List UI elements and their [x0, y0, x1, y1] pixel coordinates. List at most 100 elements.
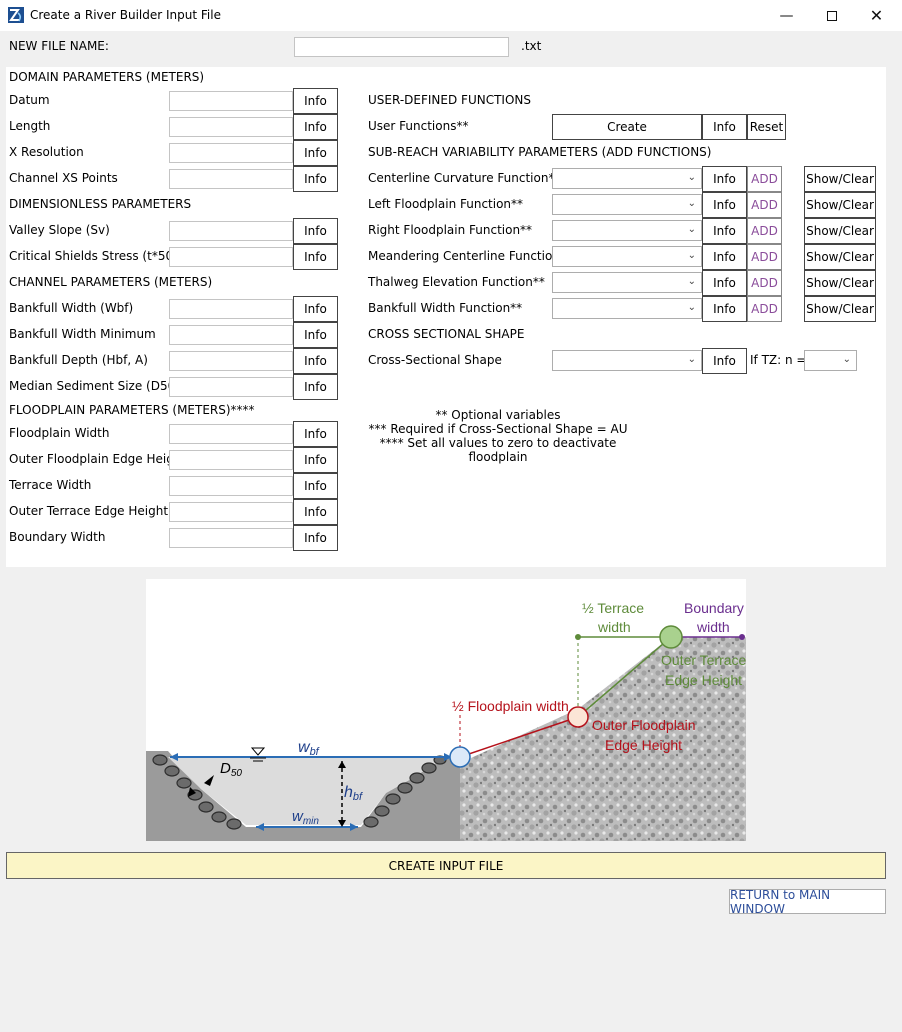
param-label-bankfull-width-min: Bankfull Width Minimum — [9, 327, 156, 341]
chevron-down-icon: ⌄ — [687, 276, 696, 287]
diagram-d50-sub: 50 — [231, 768, 243, 779]
param-label-channel-xs-points: Channel XS Points — [9, 171, 118, 185]
return-main-window-button[interactable]: RETURN to MAIN WINDOW — [729, 888, 886, 916]
thalweg-elevation-show-clear-button[interactable]: Show/Clear — [804, 270, 876, 296]
param-label-datum: Datum — [9, 93, 50, 107]
param-label-terrace-width: Terrace Width — [9, 478, 92, 492]
bankfull-width-function-show-clear-button[interactable]: Show/Clear — [804, 296, 876, 322]
median-sediment-info-button[interactable]: Info — [293, 374, 338, 400]
chevron-down-icon: ⌄ — [687, 354, 696, 365]
bankfull-depth-input[interactable] — [169, 351, 293, 371]
left-floodplain-info-button[interactable]: Info — [702, 192, 747, 218]
diagram-boundary: Boundary — [684, 600, 744, 616]
function-label-meandering-centerline: Meandering Centerline Function** — [368, 249, 572, 263]
bankfull-width-input[interactable] — [169, 299, 293, 319]
centerline-curvature-info-button[interactable]: Info — [702, 166, 747, 192]
left-floodplain-select[interactable]: ⌄ — [552, 194, 702, 215]
param-label-boundary-width: Boundary Width — [9, 530, 106, 544]
channel-heading: CHANNEL PARAMETERS (METERS) — [9, 275, 213, 289]
bankfull-width-info-button[interactable]: Info — [293, 296, 338, 322]
boundary-width-input[interactable] — [169, 528, 293, 548]
note-optional: ** Optional variables — [435, 408, 561, 422]
terrace-width-info-button[interactable]: Info — [293, 473, 338, 499]
domain-heading: DOMAIN PARAMETERS (METERS) — [9, 70, 205, 84]
chevron-down-icon: ⌄ — [842, 354, 851, 365]
meandering-centerline-info-button[interactable]: Info — [702, 244, 747, 270]
datum-info-button[interactable]: Info — [293, 88, 338, 114]
right-floodplain-info-button[interactable]: Info — [702, 218, 747, 244]
floodplain-width-info-button[interactable]: Info — [293, 421, 338, 447]
xs-shape-info-button[interactable]: Info — [702, 348, 747, 374]
x-resolution-info-button[interactable]: Info — [293, 140, 338, 166]
valley-slope-info-button[interactable]: Info — [293, 218, 338, 244]
left-floodplain-show-clear-button[interactable]: Show/Clear — [804, 192, 876, 218]
close-icon[interactable]: ✕ — [854, 0, 899, 31]
meandering-centerline-add-button[interactable]: ADD — [747, 244, 782, 270]
chevron-down-icon: ⌄ — [687, 302, 696, 313]
diagram-d50: D — [220, 760, 231, 777]
diagram-outer-terrace: Outer Terrace — [661, 652, 746, 668]
diagram-terrace-edge-height: Edge Height — [665, 672, 742, 688]
function-label-left-floodplain: Left Floodplain Function** — [368, 197, 524, 211]
critical-shields-input[interactable] — [169, 247, 293, 267]
param-label-bankfull-width: Bankfull Width (Wbf) — [9, 301, 134, 315]
right-floodplain-select[interactable]: ⌄ — [552, 220, 702, 241]
bankfull-width-min-input[interactable] — [169, 325, 293, 345]
channel-xs-points-input[interactable] — [169, 169, 293, 189]
param-label-outer-terrace-edge: Outer Terrace Edge Height — [9, 504, 169, 518]
minimize-icon[interactable]: — — [764, 0, 809, 31]
terrace-width-input[interactable] — [169, 476, 293, 496]
critical-shields-info-button[interactable]: Info — [293, 244, 338, 270]
maximize-icon[interactable] — [809, 0, 854, 31]
xs-shape-heading: CROSS SECTIONAL SHAPE — [368, 327, 525, 341]
diagram-terrace: Terrace — [597, 600, 644, 616]
x-resolution-input[interactable] — [169, 143, 293, 163]
bankfull-width-function-select[interactable]: ⌄ — [552, 298, 702, 319]
outer-terrace-edge-info-button[interactable]: Info — [293, 499, 338, 525]
thalweg-elevation-select[interactable]: ⌄ — [552, 272, 702, 293]
bankfull-width-min-info-button[interactable]: Info — [293, 322, 338, 348]
user-functions-info-button[interactable]: Info — [702, 114, 747, 140]
centerline-curvature-select[interactable]: ⌄ — [552, 168, 702, 189]
xs-shape-select[interactable]: ⌄ — [552, 350, 702, 371]
thalweg-elevation-info-button[interactable]: Info — [702, 270, 747, 296]
length-input[interactable] — [169, 117, 293, 137]
dimensionless-heading: DIMENSIONLESS PARAMETERS — [9, 197, 192, 211]
boundary-width-info-button[interactable]: Info — [293, 525, 338, 551]
bankfull-width-function-add-button[interactable]: ADD — [747, 296, 782, 322]
length-info-button[interactable]: Info — [293, 114, 338, 140]
thalweg-elevation-add-button[interactable]: ADD — [747, 270, 782, 296]
create-function-button[interactable]: Create — [552, 114, 702, 140]
reset-functions-button[interactable]: Reset — [747, 114, 786, 140]
file-extension-label: .txt — [521, 39, 542, 53]
param-label-valley-slope: Valley Slope (Sv) — [9, 223, 110, 237]
create-input-file-button[interactable]: CREATE INPUT FILE — [6, 852, 886, 879]
bankfull-width-function-info-button[interactable]: Info — [702, 296, 747, 322]
channel-xs-points-info-button[interactable]: Info — [293, 166, 338, 192]
outer-floodplain-edge-input[interactable] — [169, 450, 293, 470]
function-label-centerline-curvature: Centerline Curvature Function*** — [368, 171, 567, 185]
note-required: *** Required if Cross-Sectional Shape = … — [368, 422, 628, 436]
median-sediment-input[interactable] — [169, 377, 293, 397]
valley-slope-input[interactable] — [169, 221, 293, 241]
bankfull-depth-info-button[interactable]: Info — [293, 348, 338, 374]
datum-input[interactable] — [169, 91, 293, 111]
meandering-centerline-select[interactable]: ⌄ — [552, 246, 702, 267]
diagram-h-bf-sub: bf — [353, 791, 363, 803]
meandering-centerline-show-clear-button[interactable]: Show/Clear — [804, 244, 876, 270]
centerline-curvature-show-clear-button[interactable]: Show/Clear — [804, 166, 876, 192]
floodplain-width-input[interactable] — [169, 424, 293, 444]
diagram-half-terrace: ½ — [582, 600, 594, 616]
outer-terrace-edge-input[interactable] — [169, 502, 293, 522]
new-file-name-label: NEW FILE NAME: — [9, 39, 109, 53]
centerline-curvature-add-button[interactable]: ADD — [747, 166, 782, 192]
user-defined-heading: USER-DEFINED FUNCTIONS — [368, 93, 531, 107]
right-floodplain-show-clear-button[interactable]: Show/Clear — [804, 218, 876, 244]
left-floodplain-add-button[interactable]: ADD — [747, 192, 782, 218]
right-floodplain-add-button[interactable]: ADD — [747, 218, 782, 244]
outer-floodplain-edge-info-button[interactable]: Info — [293, 447, 338, 473]
tz-n-select[interactable]: ⌄ — [804, 350, 857, 371]
file-name-input[interactable] — [294, 37, 509, 57]
diagram-floodplain-edge-height: Edge Height — [605, 737, 682, 753]
title-bar: Create a River Builder Input File — ✕ — [0, 0, 902, 31]
